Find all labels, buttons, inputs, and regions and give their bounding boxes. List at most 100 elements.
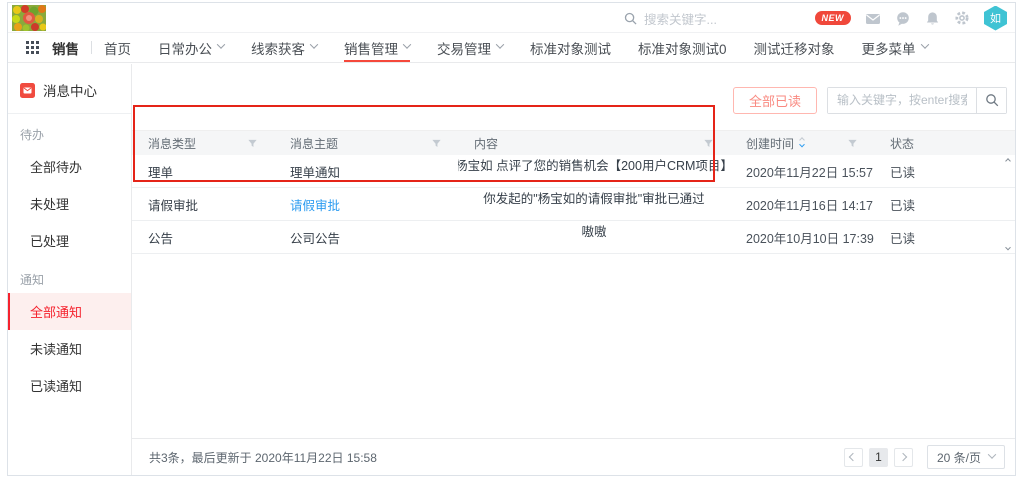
scroll-down-icon[interactable]	[1005, 245, 1011, 251]
chevron-down-icon	[217, 40, 225, 48]
table-footer: 共3条，最后更新于 2020年11月22日 15:58 1 20 条/页	[132, 438, 1015, 475]
cell-status: 已读	[874, 155, 1015, 187]
page-size-value: 20 条/页	[937, 449, 981, 466]
nav-item-label: 线索获客	[251, 38, 305, 58]
table-row[interactable]: 公告公司公告嗷嗷2020年10月10日 17:39已读	[132, 221, 1015, 254]
message-center-icon	[20, 83, 35, 98]
sidebar-item-全部通知[interactable]: 全部通知	[8, 293, 131, 330]
new-badge: NEW	[815, 11, 852, 25]
nav-item-label: 日常办公	[158, 38, 212, 58]
table-row[interactable]: 理单理单通知杨宝如 点评了您的销售机会【200用户CRM项目】2020年11月2…	[132, 155, 1015, 188]
filter-icon[interactable]	[247, 138, 258, 149]
nav-item-label: 测试迁移对象	[754, 38, 835, 58]
column-header-创建时间: 创建时间	[730, 131, 874, 155]
nav-item-日常办公[interactable]: 日常办公	[158, 33, 224, 62]
table-body: 理单理单通知杨宝如 点评了您的销售机会【200用户CRM项目】2020年11月2…	[132, 155, 1015, 254]
nav-item-label: 首页	[104, 38, 131, 58]
nav-item-首页[interactable]: 首页	[104, 33, 131, 62]
app-name[interactable]: 销售	[52, 33, 79, 62]
chevron-down-icon	[496, 40, 504, 48]
nav-item-交易管理[interactable]: 交易管理	[437, 33, 503, 62]
record-summary: 共3条，最后更新于 2020年11月22日 15:58	[149, 449, 377, 466]
table-row[interactable]: 请假审批请假审批你发起的"杨宝如的请假审批"审批已通过2020年11月16日 1…	[132, 188, 1015, 221]
main-area: 消息中心 待办全部待办未处理已处理通知全部通知未读通知已读通知 全部已读	[8, 64, 1015, 475]
chevron-down-icon	[403, 40, 411, 48]
next-page-button[interactable]	[894, 448, 913, 467]
messages-table: 消息类型 消息主题内容创建时间 状态 理单理单通知杨宝如 点评了您的销售机会【200…	[132, 130, 1015, 254]
column-label: 状态	[890, 135, 914, 152]
search-icon	[985, 93, 999, 107]
content-toolbar: 全部已读	[132, 78, 1015, 122]
cell-time: 2020年11月22日 15:57	[730, 155, 874, 187]
filter-icon[interactable]	[847, 138, 858, 149]
cell-status: 已读	[874, 221, 1015, 253]
app-grid-icon[interactable]	[26, 33, 39, 62]
mark-all-read-button[interactable]: 全部已读	[733, 87, 817, 114]
topbar: 搜索关键字... NEW	[8, 3, 1015, 33]
avatar[interactable]: 如	[984, 6, 1007, 31]
nav-item-label: 更多菜单	[862, 38, 916, 58]
chevron-left-icon	[849, 453, 857, 461]
filter-icon[interactable]	[431, 138, 442, 149]
keyword-search-group	[827, 87, 1007, 114]
nav-item-销售管理[interactable]: 销售管理	[344, 33, 410, 62]
nav-item-label: 标准对象测试0	[638, 38, 727, 58]
nav-item-标准对象测试[interactable]: 标准对象测试	[530, 33, 611, 62]
search-icon	[624, 12, 637, 25]
nav-item-label: 交易管理	[437, 38, 491, 58]
column-header-消息主题: 消息主题	[274, 131, 458, 155]
sidebar-item-已处理[interactable]: 已处理	[8, 222, 131, 259]
nav-item-更多菜单[interactable]: 更多菜单	[862, 33, 928, 62]
column-label: 消息类型	[148, 135, 196, 152]
global-search-placeholder: 搜索关键字...	[644, 9, 717, 28]
chevron-down-icon	[920, 40, 928, 48]
app-logo[interactable]	[12, 5, 46, 31]
chat-icon[interactable]	[895, 11, 911, 26]
pagination: 1 20 条/页	[844, 445, 1005, 469]
chevron-down-icon	[988, 450, 996, 458]
main-nav: 销售 首页 日常办公 线索获客 销售管理 交易管理 标准对象测试 标准对象测试0 测试迁移对象…	[8, 33, 1015, 63]
sidebar-item-未处理[interactable]: 未处理	[8, 185, 131, 222]
current-page[interactable]: 1	[869, 448, 888, 467]
cell-type: 理单	[132, 155, 274, 187]
gear-icon[interactable]	[954, 10, 970, 26]
topbar-actions: NEW	[815, 3, 1008, 33]
chevron-right-icon	[899, 453, 907, 461]
column-header-消息类型: 消息类型	[132, 131, 274, 155]
app-window: 搜索关键字... NEW	[7, 2, 1016, 476]
sidebar-item-全部待办[interactable]: 全部待办	[8, 148, 131, 185]
column-header-内容: 内容	[458, 131, 730, 155]
subject-link[interactable]: 请假审批	[290, 195, 340, 214]
nav-item-测试迁移对象[interactable]: 测试迁移对象	[754, 33, 835, 62]
cell-time: 2020年11月16日 14:17	[730, 188, 874, 220]
nav-item-标准对象测试0[interactable]: 标准对象测试0	[638, 33, 727, 62]
scroll-up-icon[interactable]	[1005, 158, 1011, 164]
page-size-select[interactable]: 20 条/页	[927, 445, 1005, 469]
keyword-search-input[interactable]	[828, 88, 976, 113]
nav-items: 首页 日常办公 线索获客 销售管理 交易管理 标准对象测试 标准对象测试0 测试迁移对象 更多菜…	[104, 33, 955, 62]
sidebar-title-label: 消息中心	[43, 80, 97, 100]
sort-control[interactable]	[800, 138, 804, 148]
chevron-down-icon	[310, 40, 318, 48]
cell-subject: 公司公告	[274, 221, 458, 253]
global-search[interactable]: 搜索关键字...	[624, 3, 717, 33]
filter-icon[interactable]	[703, 138, 714, 149]
cell-content: 嗷嗷	[458, 221, 730, 253]
sidebar-sections: 待办全部待办未处理已处理通知全部通知未读通知已读通知	[8, 114, 131, 404]
nav-item-线索获客[interactable]: 线索获客	[251, 33, 317, 62]
cell-type: 公告	[132, 221, 274, 253]
bell-icon[interactable]	[925, 11, 940, 26]
sidebar-item-已读通知[interactable]: 已读通知	[8, 367, 131, 404]
column-header-状态: 状态	[874, 131, 1015, 155]
keyword-search-button[interactable]	[976, 88, 1006, 113]
prev-page-button[interactable]	[844, 448, 863, 467]
mail-icon[interactable]	[865, 11, 881, 26]
cell-type: 请假审批	[132, 188, 274, 220]
column-label: 创建时间	[746, 135, 794, 152]
table-scrollbar[interactable]	[1002, 156, 1014, 254]
sidebar-item-未读通知[interactable]: 未读通知	[8, 330, 131, 367]
cell-subject: 请假审批	[274, 188, 458, 220]
divider	[91, 41, 92, 54]
nav-item-label: 销售管理	[344, 38, 398, 58]
cell-subject: 理单通知	[274, 155, 458, 187]
